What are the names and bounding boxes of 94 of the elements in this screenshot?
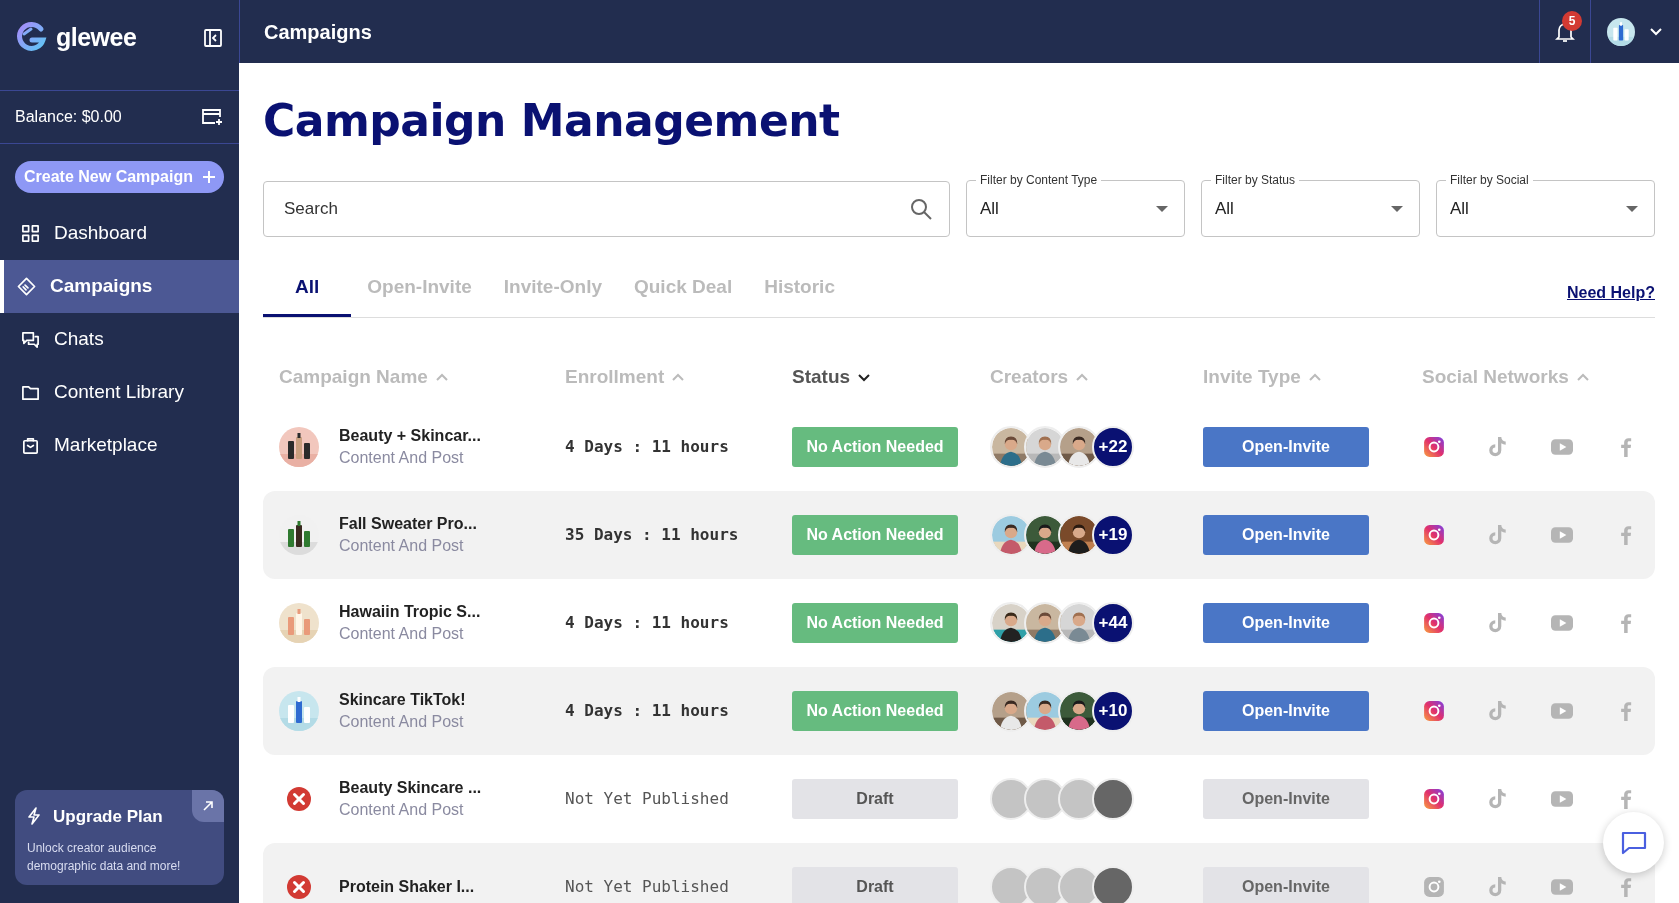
field-label: Filter by Status: [1214, 174, 1297, 186]
avatar-placeholder: [1092, 777, 1134, 820]
campaign-type: Content And Post: [339, 799, 465, 820]
campaign-name: Skincare TikTok!: [339, 689, 466, 710]
logo-icon: [14, 20, 48, 54]
chevron-up-icon: [1076, 373, 1089, 382]
status-button[interactable]: No Action Needed: [792, 426, 958, 467]
invite-type-button[interactable]: Open-Invite: [1203, 690, 1369, 731]
sidebar-item[interactable]: Marketplace: [0, 419, 239, 472]
chat-icon: [1619, 829, 1648, 856]
enrollment-text: 4 Days : 11 hours: [565, 435, 730, 458]
status-button[interactable]: Draft: [792, 866, 958, 903]
caret-icon: [1626, 206, 1638, 212]
campaign-name: Protein Shaker I...: [339, 876, 475, 897]
enrollment-text: Not Yet Published: [565, 787, 730, 810]
chevron-down-icon: [858, 373, 871, 382]
invite-type-button[interactable]: Open-Invite: [1203, 426, 1369, 467]
grid-icon: [21, 224, 40, 243]
page-title: Campaign Management: [263, 94, 841, 148]
notification-badge: 5: [1562, 11, 1582, 31]
invite-type-button[interactable]: Open-Invite: [1203, 514, 1369, 555]
page-heading: Campaigns: [263, 19, 373, 45]
music-note-icon[interactable]: [1487, 699, 1509, 722]
music-note-icon[interactable]: [1487, 435, 1509, 458]
campaign-name: Beauty + Skincar...: [339, 425, 481, 446]
music-note-icon[interactable]: [1487, 523, 1509, 546]
creator-count: +19: [1092, 513, 1134, 556]
logo-text: glewee: [56, 22, 137, 53]
enrollment-text: 4 Days : 11 hours: [565, 699, 730, 722]
camera-icon[interactable]: [1423, 699, 1445, 722]
bag-icon: [21, 436, 40, 455]
campaign-type: Content And Post: [339, 623, 465, 644]
chevron-up-icon: [672, 373, 685, 382]
campaign-type: Content And Post: [339, 535, 465, 556]
chevron-up-icon: [1308, 373, 1321, 382]
invite-type-button[interactable]: Open-Invite: [1203, 602, 1369, 643]
status-button[interactable]: No Action Needed: [792, 602, 958, 643]
music-note-icon[interactable]: [1487, 787, 1509, 810]
arrow-up-right-icon: [202, 799, 214, 812]
filter-dropdown[interactable]: Filter by Social All: [1436, 174, 1655, 237]
creator-count: +10: [1092, 689, 1134, 732]
caret-icon: [1391, 206, 1403, 212]
field-label: Filter by Social: [1449, 174, 1530, 186]
camera-icon[interactable]: [1423, 611, 1445, 634]
campaign-name: Hawaiin Tropic S...: [339, 601, 481, 622]
balance-text: Balance: $0.00: [15, 107, 122, 127]
tag-icon: [17, 277, 36, 296]
help-link[interactable]: Need Help?: [1567, 280, 1655, 305]
camera-icon[interactable]: [1423, 787, 1445, 810]
creator-count: +22: [1092, 425, 1134, 468]
status-button[interactable]: No Action Needed: [792, 690, 958, 731]
selected-value: All: [1450, 198, 1469, 221]
sidebar-toggle-icon[interactable]: [203, 28, 223, 48]
sidebar-item[interactable]: Campaigns: [0, 260, 239, 313]
lightning-icon: [27, 807, 41, 826]
upgrade-text: Unlock creator audience demographic data and more!: [27, 840, 182, 875]
chat-button[interactable]: [1603, 812, 1664, 873]
enrollment-text: Not Yet Published: [565, 875, 730, 898]
folder-icon: [21, 383, 40, 402]
status-button[interactable]: No Action Needed: [792, 514, 958, 555]
camera-icon[interactable]: [1423, 523, 1445, 546]
sidebar-item[interactable]: Dashboard: [0, 207, 239, 260]
music-note-icon[interactable]: [1487, 611, 1509, 634]
selected-value: All: [1215, 198, 1234, 221]
campaign-name: Beauty Skincare ...: [339, 777, 482, 798]
campaign-name: Fall Sweater Pro...: [339, 513, 477, 534]
camera-icon[interactable]: [1423, 435, 1445, 458]
card-plus-icon[interactable]: [201, 108, 223, 126]
chevron-down-icon[interactable]: [1649, 26, 1663, 37]
search-field[interactable]: Search: [263, 181, 950, 237]
open-upgrade-button[interactable]: [192, 789, 224, 822]
selected-value: All: [980, 198, 999, 221]
filter-dropdown[interactable]: Filter by Content Type All: [966, 174, 1185, 237]
plus-icon: [202, 171, 215, 183]
chat-icon: [21, 330, 40, 349]
tab[interactable]: All: [263, 263, 352, 317]
chevron-up-icon: [435, 373, 448, 382]
enrollment-text: 4 Days : 11 hours: [565, 611, 730, 634]
column-header[interactable]: Status: [792, 363, 990, 392]
campaign-type: Content And Post: [339, 447, 465, 468]
search-icon: [910, 198, 932, 220]
filter-dropdown[interactable]: Filter by Status All: [1201, 174, 1420, 237]
caret-icon: [1156, 206, 1168, 212]
music-note-icon[interactable]: [1487, 875, 1509, 898]
sidebar-item[interactable]: Content Library: [0, 366, 239, 419]
status-button[interactable]: Draft: [792, 778, 958, 819]
upgrade-title: Upgrade Plan: [53, 805, 163, 828]
campaign-type: Content And Post: [339, 711, 465, 732]
enrollment-text: 35 Days : 11 hours: [565, 523, 740, 546]
creator-count: +44: [1092, 601, 1134, 644]
field-label: Filter by Content Type: [979, 174, 1099, 186]
sidebar-item[interactable]: Chats: [0, 313, 239, 366]
chevron-up-icon: [1576, 373, 1589, 382]
create-campaign-button[interactable]: Create New Campaign: [15, 161, 224, 193]
